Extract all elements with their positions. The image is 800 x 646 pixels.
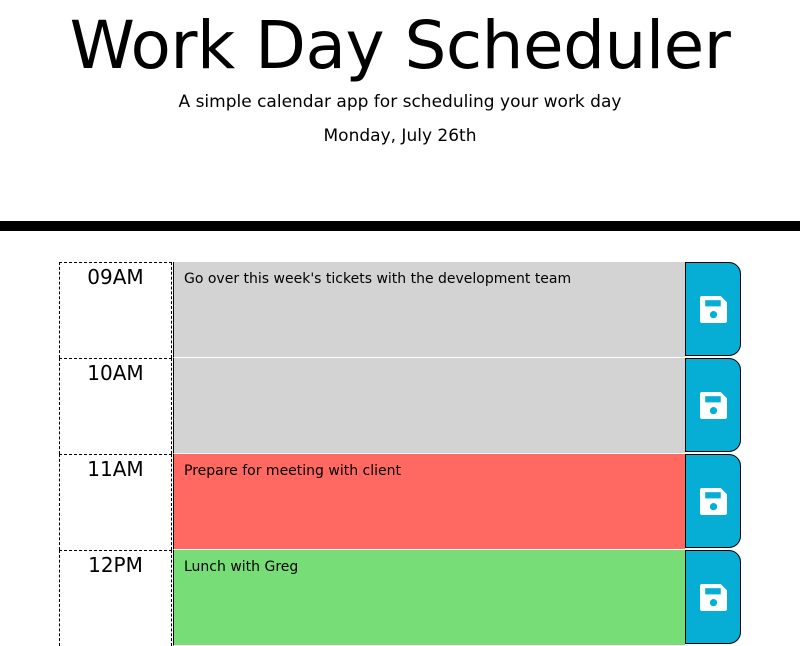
save-button[interactable] — [685, 454, 741, 548]
save-button[interactable] — [685, 262, 741, 356]
time-block: 09AM Go over this week's tickets with th… — [59, 262, 742, 358]
hour-label: 09AM — [59, 262, 172, 358]
save-button[interactable] — [685, 550, 741, 644]
time-block: 11AM Prepare for meeting with client — [59, 454, 742, 550]
event-description-input[interactable]: Prepare for meeting with client — [173, 454, 685, 550]
page-title: Work Day Scheduler — [69, 7, 731, 84]
header-divider — [0, 221, 800, 231]
time-block: 10AM — [59, 358, 742, 454]
floppy-disk-icon — [700, 584, 727, 611]
hour-label: 10AM — [59, 358, 172, 454]
hour-label: 12PM — [59, 550, 172, 646]
save-button[interactable] — [685, 358, 741, 452]
floppy-disk-icon — [700, 296, 727, 323]
hour-label: 11AM — [59, 454, 172, 550]
event-description-input[interactable] — [173, 358, 685, 454]
time-block-list: 09AM Go over this week's tickets with th… — [59, 262, 742, 646]
floppy-disk-icon — [700, 488, 727, 515]
event-description-input[interactable]: Lunch with Greg — [173, 550, 685, 646]
time-block: 12PM Lunch with Greg — [59, 550, 742, 646]
header: Work Day Scheduler A simple calendar app… — [0, 0, 800, 221]
event-description-input[interactable]: Go over this week's tickets with the dev… — [173, 262, 685, 358]
current-day: Monday, July 26th — [323, 126, 477, 146]
floppy-disk-icon — [700, 392, 727, 419]
page-subtitle: A simple calendar app for scheduling you… — [178, 92, 622, 112]
